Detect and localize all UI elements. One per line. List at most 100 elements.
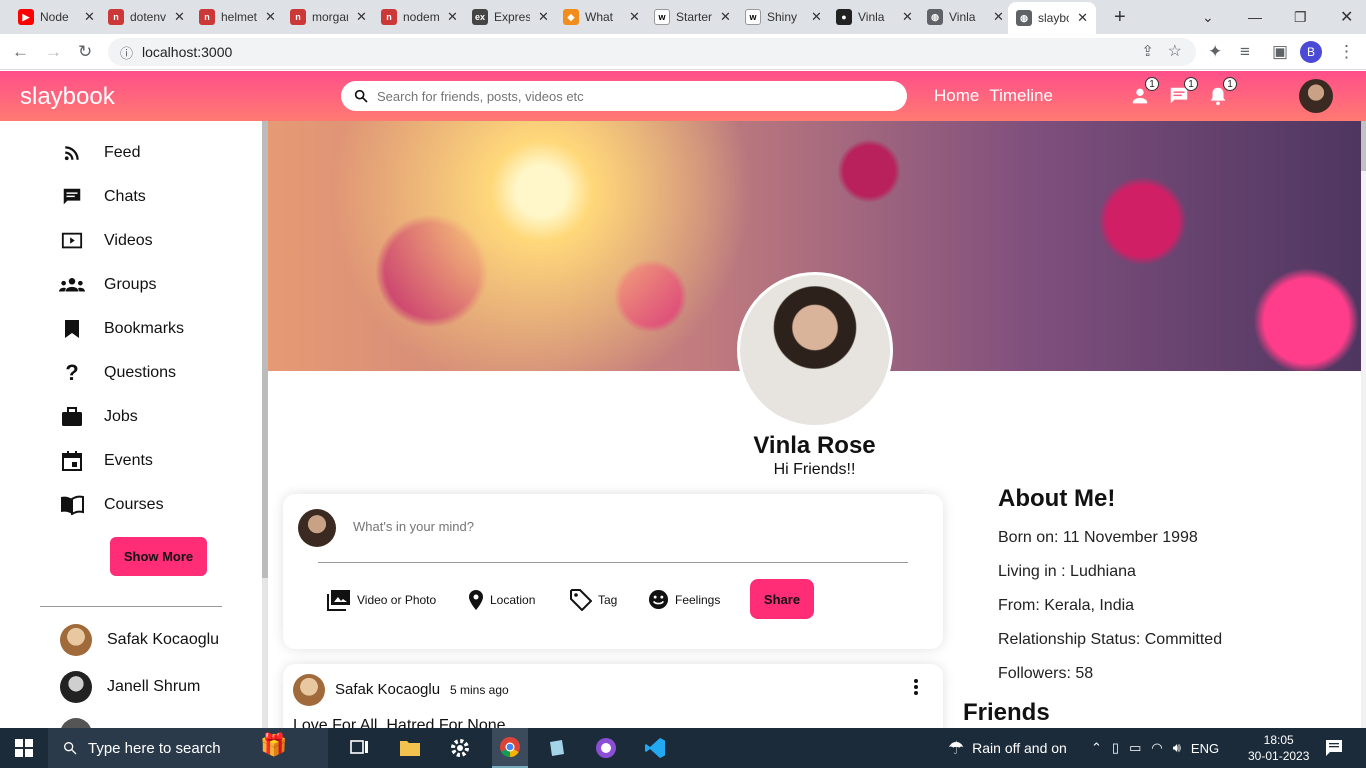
wifi-icon[interactable]: ◠: [1151, 740, 1162, 756]
reload-icon[interactable]: ↻: [78, 42, 92, 62]
nav-timeline-link[interactable]: Timeline: [989, 86, 1053, 106]
avatar[interactable]: [293, 674, 325, 706]
gift-icon[interactable]: 🎁: [260, 732, 287, 758]
friend-requests-button[interactable]: 1: [1127, 77, 1159, 109]
settings-gear-icon[interactable]: [446, 734, 474, 762]
close-icon[interactable]: ✕: [993, 9, 1004, 25]
browser-tab[interactable]: ● Vinla ✕: [828, 4, 921, 30]
taskbar-search[interactable]: Type here to search 🎁: [48, 728, 328, 768]
share-option-tag[interactable]: Tag: [570, 589, 617, 611]
friend-list-item[interactable]: Safak Kocaoglu: [60, 624, 219, 656]
weather-widget[interactable]: ☂ Rain off and on: [948, 728, 1067, 768]
messages-button[interactable]: 1: [1166, 77, 1198, 109]
sidebar-item-bookmarks[interactable]: Bookmarks: [58, 317, 184, 341]
close-icon[interactable]: ✕: [811, 9, 822, 25]
more-vert-icon[interactable]: [913, 678, 919, 701]
windows-start-icon[interactable]: [10, 734, 38, 762]
sidebar-item-courses[interactable]: Courses: [58, 493, 164, 517]
search-icon: [354, 89, 368, 103]
browser-tab[interactable]: nnodemon✕: [373, 4, 466, 30]
profile-picture[interactable]: [737, 272, 893, 428]
browser-tab[interactable]: ▶ Node ✕: [10, 4, 103, 30]
search-input[interactable]: [377, 88, 877, 104]
new-tab-icon[interactable]: +: [1106, 4, 1134, 30]
chrome-icon[interactable]: [492, 728, 528, 768]
close-icon[interactable]: ✕: [356, 9, 367, 25]
share-icon[interactable]: ⇪: [1141, 42, 1154, 60]
nav-home-link[interactable]: Home: [934, 86, 979, 106]
close-icon[interactable]: ✕: [265, 9, 276, 25]
about-born: Born on: 11 November 1998: [998, 529, 1198, 546]
page-scrollbar[interactable]: [1361, 121, 1366, 728]
close-icon[interactable]: ✕: [1077, 10, 1088, 26]
browser-tab-active[interactable]: ◍slaybook✕: [1008, 2, 1096, 34]
post-author[interactable]: Safak Kocaoglu: [335, 681, 440, 698]
extensions-icon[interactable]: ✦: [1208, 42, 1222, 62]
browser-tab[interactable]: ◆ What ✕: [555, 4, 648, 30]
share-option-media[interactable]: Video or Photo: [327, 589, 436, 611]
close-icon[interactable]: ✕: [720, 9, 731, 25]
friend-list-item[interactable]: [60, 718, 107, 728]
side-panel-icon[interactable]: ▣: [1272, 42, 1288, 62]
maximize-icon[interactable]: ❐: [1286, 4, 1315, 30]
app-logo[interactable]: slaybook: [20, 83, 115, 111]
github-desktop-icon[interactable]: [592, 734, 620, 762]
notifications-button[interactable]: 1: [1205, 77, 1237, 109]
vscode-icon[interactable]: [641, 734, 669, 762]
scrollbar-thumb[interactable]: [1361, 121, 1366, 171]
browser-tab[interactable]: w Starter ✕: [646, 4, 739, 30]
about-relationship: Relationship Status: Committed: [998, 631, 1223, 648]
url-bar[interactable]: ⓘ localhost:3000 ⇪ ☆: [108, 38, 1196, 66]
menu-dots-icon[interactable]: ⋮: [1338, 42, 1355, 62]
sidebar-item-videos[interactable]: Videos: [58, 229, 153, 253]
sidebar-item-jobs[interactable]: Jobs: [58, 405, 138, 429]
close-icon[interactable]: ✕: [84, 9, 95, 25]
notifications-center-icon[interactable]: [1320, 734, 1348, 762]
notification-badge: 1: [1223, 77, 1237, 91]
task-view-icon[interactable]: [346, 734, 374, 762]
left-sidebar: Feed Chats Videos Groups Bookmarks ? Que…: [0, 121, 262, 728]
browser-tab[interactable]: n dotenv ✕: [100, 4, 193, 30]
browser-tab[interactable]: exExpress✕: [464, 4, 557, 30]
share-option-location[interactable]: Location: [468, 589, 535, 611]
close-icon[interactable]: ✕: [902, 9, 913, 25]
app-icon[interactable]: [543, 734, 571, 762]
browser-tab[interactable]: nmorgan✕: [282, 4, 375, 30]
minimize-icon[interactable]: —: [1240, 4, 1270, 30]
sidebar-item-events[interactable]: Events: [58, 449, 153, 473]
share-button[interactable]: Share: [750, 579, 814, 619]
chevron-up-icon[interactable]: ⌃: [1091, 740, 1102, 756]
show-more-button[interactable]: Show More: [110, 537, 207, 576]
close-icon[interactable]: ✕: [174, 9, 185, 25]
friend-list-item[interactable]: Janell Shrum: [60, 671, 200, 703]
close-icon[interactable]: ✕: [447, 9, 458, 25]
bookmark-star-icon[interactable]: ☆: [1168, 41, 1182, 61]
close-icon[interactable]: ✕: [538, 9, 549, 25]
share-option-feelings[interactable]: Feelings: [648, 589, 720, 610]
tab-search-icon[interactable]: ⌄: [1194, 4, 1222, 30]
sidebar-item-questions[interactable]: ? Questions: [58, 360, 176, 385]
browser-tab[interactable]: w Shiny ✕: [737, 4, 830, 30]
battery-icon[interactable]: ▭: [1129, 740, 1141, 756]
profile-avatar[interactable]: B: [1300, 41, 1322, 63]
device-icon[interactable]: ▯: [1112, 740, 1119, 756]
post-input[interactable]: [353, 519, 893, 534]
post-time: 5 mins ago: [450, 683, 509, 697]
user-avatar[interactable]: [1299, 79, 1333, 113]
forward-icon[interactable]: →: [45, 42, 62, 62]
sidebar-item-feed[interactable]: Feed: [58, 141, 140, 165]
sidebar-item-chats[interactable]: Chats: [58, 185, 146, 209]
browser-tab[interactable]: ◍ Vinla ✕: [919, 4, 1012, 30]
volume-icon[interactable]: 🔊︎: [1173, 740, 1181, 756]
clock[interactable]: 18:05 30-01-2023: [1248, 728, 1309, 768]
file-explorer-icon[interactable]: [396, 734, 424, 762]
close-icon[interactable]: ✕: [629, 9, 640, 25]
info-icon[interactable]: ⓘ: [120, 43, 133, 62]
browser-tab[interactable]: n helmet ✕: [191, 4, 284, 30]
window-close-icon[interactable]: ✕: [1332, 4, 1361, 30]
reading-list-icon[interactable]: ≡: [1240, 42, 1250, 62]
search-bar[interactable]: [341, 81, 907, 111]
language-indicator[interactable]: ENG: [1191, 741, 1219, 756]
sidebar-item-groups[interactable]: Groups: [58, 273, 156, 297]
back-icon[interactable]: ←: [12, 42, 29, 62]
